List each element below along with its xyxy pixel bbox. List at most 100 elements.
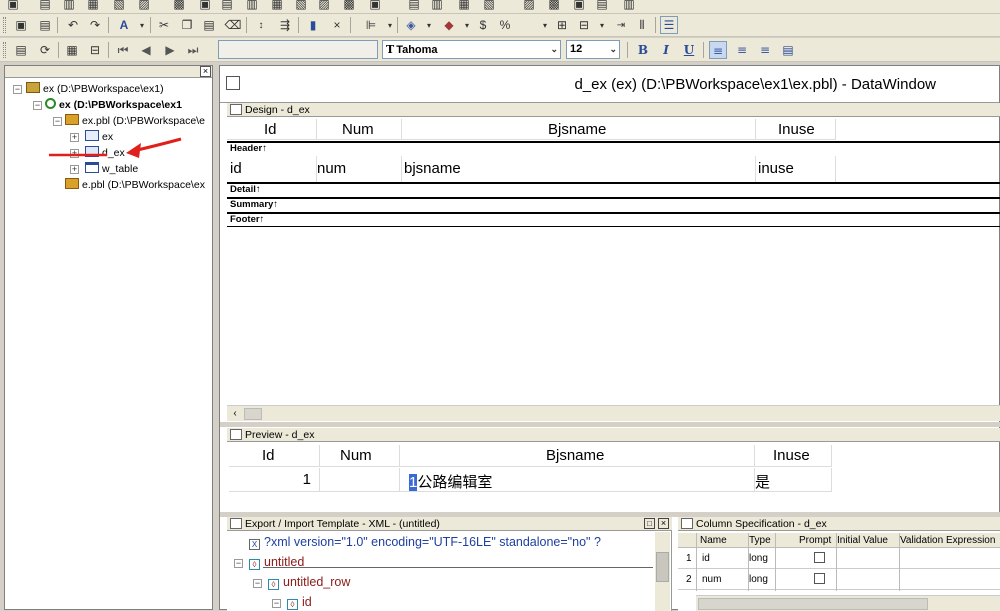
refresh-icon[interactable]: ⟳ bbox=[36, 41, 54, 59]
justify-icon[interactable]: ▤ bbox=[779, 41, 797, 59]
inherit-icon[interactable]: ▤ bbox=[36, 0, 54, 13]
header-text-num[interactable]: Num bbox=[317, 119, 402, 140]
sort-icon[interactable]: ↕ bbox=[252, 16, 270, 34]
binary-icon[interactable]: ▤ bbox=[405, 0, 423, 13]
italic-button[interactable]: I bbox=[657, 41, 675, 59]
build-icon[interactable]: ▩ bbox=[170, 0, 188, 13]
deploy-icon[interactable]: ▣ bbox=[196, 0, 214, 13]
border-color-icon[interactable]: ◆ bbox=[440, 16, 458, 34]
redo-icon[interactable]: ↷ bbox=[86, 16, 104, 34]
tool2-icon[interactable]: ▣ bbox=[570, 0, 588, 13]
field-num[interactable]: num bbox=[317, 156, 402, 182]
close-icon[interactable]: × bbox=[328, 16, 346, 34]
layout-icon[interactable]: ☰ bbox=[660, 16, 678, 34]
collapse-icon[interactable]: − bbox=[253, 579, 262, 588]
close-icon[interactable]: × bbox=[658, 518, 669, 529]
toolbar-grip[interactable] bbox=[3, 42, 6, 58]
prompt-checkbox[interactable] bbox=[814, 552, 825, 563]
clear-icon[interactable]: ⌫ bbox=[224, 16, 242, 34]
align-left-icon[interactable]: ≡ bbox=[709, 41, 727, 59]
table-row[interactable]: 2 num long bbox=[678, 569, 1000, 590]
undo-icon[interactable]: ↶ bbox=[64, 16, 82, 34]
preview-cell-num[interactable] bbox=[320, 468, 400, 492]
debug-icon[interactable]: ▧ bbox=[110, 0, 128, 13]
db-icon[interactable]: ▧ bbox=[480, 0, 498, 13]
binary2-icon[interactable]: ▥ bbox=[428, 0, 446, 13]
space-icon[interactable]: ⊟ bbox=[575, 16, 593, 34]
save-icon[interactable]: ▣ bbox=[12, 16, 30, 34]
tool-icon[interactable]: ▨ bbox=[520, 0, 538, 13]
currency-icon[interactable]: $ bbox=[474, 16, 492, 34]
percent-icon[interactable]: % bbox=[496, 16, 514, 34]
open-icon[interactable]: ▥ bbox=[60, 0, 78, 13]
properties-icon[interactable]: ▤ bbox=[12, 41, 30, 59]
underline-button[interactable]: U bbox=[680, 41, 698, 59]
last-icon[interactable]: ⏭ bbox=[184, 41, 202, 59]
cut-icon[interactable]: ✂ bbox=[155, 16, 173, 34]
text-dropdown-icon[interactable]: ▾ bbox=[133, 16, 151, 34]
field-inuse[interactable]: inuse bbox=[756, 156, 836, 182]
font-name-combo[interactable]: T Tahoma ⌄ bbox=[382, 40, 561, 59]
exit-icon[interactable]: ▥ bbox=[620, 0, 638, 13]
next-icon[interactable]: ▶ bbox=[161, 41, 179, 59]
prior-icon[interactable]: ◀ bbox=[137, 41, 155, 59]
toolbar-grip[interactable] bbox=[3, 17, 6, 33]
colspec-row-name[interactable]: id bbox=[702, 553, 710, 564]
connect-icon[interactable]: ▦ bbox=[455, 0, 473, 13]
collapse-icon[interactable]: − bbox=[234, 559, 243, 568]
xml-pi-line[interactable]: X ?xml version="1.0" encoding="UTF-16LE" … bbox=[249, 535, 601, 550]
field-id[interactable]: id bbox=[227, 156, 317, 182]
grid-icon[interactable]: ⊞ bbox=[553, 16, 571, 34]
scroll-thumb[interactable] bbox=[698, 598, 928, 610]
fill-color-icon[interactable]: ◈ bbox=[402, 16, 420, 34]
query-icon[interactable]: ▣ bbox=[366, 0, 384, 13]
preview-cell-bjsname-value[interactable]: 1公路编辑室 bbox=[409, 471, 492, 492]
menu-icon[interactable]: ▦ bbox=[268, 0, 286, 13]
delete-row-icon[interactable]: ⊟ bbox=[86, 41, 104, 59]
header-text-bjsname[interactable]: Bjsname bbox=[402, 119, 756, 140]
scroll-thumb[interactable] bbox=[656, 552, 669, 582]
xml-vertical-scrollbar[interactable] bbox=[655, 532, 670, 611]
print-icon[interactable]: ▤ bbox=[36, 16, 54, 34]
datawindow-icon[interactable]: ▧ bbox=[292, 0, 310, 13]
function-icon[interactable]: ▩ bbox=[340, 0, 358, 13]
library-icon[interactable]: ▨ bbox=[135, 0, 153, 13]
band-detail[interactable]: Detail↑ bbox=[227, 182, 1000, 195]
colspec-horizontal-scrollbar[interactable] bbox=[696, 595, 1000, 611]
format-dropdown-icon[interactable]: ▾ bbox=[536, 16, 554, 34]
page-icon[interactable]: ▮ bbox=[304, 16, 322, 34]
new-icon[interactable]: ▣ bbox=[4, 0, 22, 13]
scroll-thumb[interactable] bbox=[244, 408, 262, 420]
compare-icon[interactable]: ▩ bbox=[545, 0, 563, 13]
scroll-left-icon[interactable]: ‹ bbox=[227, 406, 243, 422]
font-size-combo[interactable]: 12 ⌄ bbox=[566, 40, 620, 59]
align-icon[interactable]: ⊫ bbox=[362, 16, 380, 34]
preview-cell-inuse[interactable]: 是 bbox=[755, 468, 832, 492]
band-summary[interactable]: Summary↑ bbox=[227, 197, 1000, 210]
band-header[interactable]: Header↑ bbox=[227, 141, 1000, 154]
run-icon[interactable]: ▦ bbox=[84, 0, 102, 13]
script-icon[interactable]: ▤ bbox=[218, 0, 236, 13]
table-row[interactable]: 1 id long bbox=[678, 548, 1000, 569]
insert-row-icon[interactable]: ▦ bbox=[63, 41, 81, 59]
bold-button[interactable]: B bbox=[634, 41, 652, 59]
columns-icon[interactable]: ⦀ bbox=[633, 16, 651, 34]
maximize-icon[interactable]: □ bbox=[644, 518, 655, 529]
copy-icon[interactable]: ❐ bbox=[178, 16, 196, 34]
field-bjsname[interactable]: bjsname bbox=[402, 156, 756, 182]
first-icon[interactable]: ⏮ bbox=[114, 41, 132, 59]
style-combo[interactable] bbox=[218, 40, 378, 59]
prompt-checkbox[interactable] bbox=[814, 573, 825, 584]
text-control-icon[interactable]: A bbox=[115, 16, 133, 34]
structure-icon[interactable]: ▨ bbox=[315, 0, 333, 13]
xml-id-node[interactable]: ◊ id bbox=[287, 595, 312, 610]
fill-dropdown-icon[interactable]: ▾ bbox=[420, 16, 438, 34]
preview-cell-id[interactable]: 1 bbox=[229, 468, 320, 492]
space-dropdown-icon[interactable]: ▾ bbox=[593, 16, 611, 34]
tab-order-icon[interactable]: ⇥ bbox=[612, 16, 630, 34]
preview-cell-bjsname[interactable]: 1公路编辑室 bbox=[400, 468, 755, 492]
tree-item-library-2[interactable]: e.pbl (D:\PBWorkspace\ex bbox=[65, 177, 205, 193]
band-footer[interactable]: Footer↑ bbox=[227, 212, 1000, 225]
header-text-inuse[interactable]: Inuse bbox=[756, 119, 836, 140]
header-text-id[interactable]: Id bbox=[227, 119, 317, 140]
